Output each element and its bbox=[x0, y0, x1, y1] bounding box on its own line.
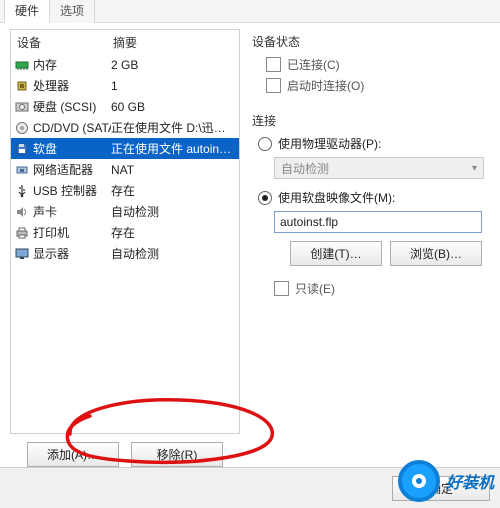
connected-checkbox[interactable] bbox=[266, 57, 281, 72]
device-summary: 正在使用文件 autoinst.flp bbox=[111, 140, 235, 157]
device-summary: 自动检测 bbox=[111, 203, 235, 220]
device-row[interactable]: 处理器1 bbox=[11, 75, 239, 96]
device-summary: 自动检测 bbox=[111, 245, 235, 262]
device-summary: 60 GB bbox=[111, 100, 235, 114]
connect-at-power-label: 启动时连接(O) bbox=[287, 77, 364, 94]
device-list[interactable]: 设备 摘要 内存2 GB处理器1硬盘 (SCSI)60 GBCD/DVD (SA… bbox=[10, 29, 240, 434]
tab-options[interactable]: 选项 bbox=[49, 0, 95, 23]
memory-icon bbox=[15, 58, 29, 72]
image-path-value: autoinst.flp bbox=[280, 215, 338, 229]
device-row[interactable]: 声卡自动检测 bbox=[11, 201, 239, 222]
physical-drive-combo: 自动检测 ▾ bbox=[274, 157, 484, 179]
use-image-radio[interactable] bbox=[258, 191, 272, 205]
connect-at-power-checkbox[interactable] bbox=[266, 78, 281, 93]
sound-icon bbox=[15, 205, 29, 219]
device-name: 软盘 bbox=[33, 140, 111, 157]
device-row[interactable]: 硬盘 (SCSI)60 GB bbox=[11, 96, 239, 117]
device-summary: 正在使用文件 D:\迅雷下载\c... bbox=[111, 119, 235, 136]
device-row[interactable]: CD/DVD (SATA)正在使用文件 D:\迅雷下载\c... bbox=[11, 117, 239, 138]
printer-icon bbox=[15, 226, 29, 240]
readonly-checkbox[interactable] bbox=[274, 281, 289, 296]
add-button[interactable]: 添加(A)… bbox=[27, 442, 119, 467]
display-icon bbox=[15, 247, 29, 261]
device-status-title: 设备状态 bbox=[250, 33, 490, 50]
floppy-icon bbox=[15, 142, 29, 156]
image-path-input[interactable]: autoinst.flp bbox=[274, 211, 482, 233]
device-row[interactable]: 打印机存在 bbox=[11, 222, 239, 243]
use-physical-label: 使用物理驱动器(P): bbox=[278, 135, 381, 152]
connected-label: 已连接(C) bbox=[287, 56, 340, 73]
device-summary: 存在 bbox=[111, 182, 235, 199]
device-row[interactable]: 内存2 GB bbox=[11, 54, 239, 75]
dialog-footer: 确定 bbox=[0, 467, 500, 508]
physical-drive-value: 自动检测 bbox=[281, 160, 329, 177]
device-summary: NAT bbox=[111, 163, 235, 177]
ok-button[interactable]: 确定 bbox=[392, 476, 490, 501]
browse-button[interactable]: 浏览(B)… bbox=[390, 241, 482, 266]
device-summary: 存在 bbox=[111, 224, 235, 241]
device-row[interactable]: 网络适配器NAT bbox=[11, 159, 239, 180]
create-button[interactable]: 创建(T)… bbox=[290, 241, 382, 266]
device-name: 声卡 bbox=[33, 203, 111, 220]
remove-button[interactable]: 移除(R) bbox=[131, 442, 223, 467]
use-image-label: 使用软盘映像文件(M): bbox=[278, 189, 395, 206]
cpu-icon bbox=[15, 79, 29, 93]
device-name: CD/DVD (SATA) bbox=[33, 121, 111, 135]
device-name: 处理器 bbox=[33, 77, 111, 94]
nic-icon bbox=[15, 163, 29, 177]
tab-hardware[interactable]: 硬件 bbox=[4, 0, 50, 23]
device-row[interactable]: USB 控制器存在 bbox=[11, 180, 239, 201]
chevron-down-icon: ▾ bbox=[472, 163, 477, 174]
usb-icon bbox=[15, 184, 29, 198]
device-name: USB 控制器 bbox=[33, 182, 111, 199]
device-list-header: 设备 摘要 bbox=[11, 30, 239, 54]
connection-title: 连接 bbox=[250, 112, 490, 129]
device-name: 硬盘 (SCSI) bbox=[33, 98, 111, 115]
device-name: 内存 bbox=[33, 56, 111, 73]
col-device: 设备 bbox=[17, 34, 113, 51]
device-name: 打印机 bbox=[33, 224, 111, 241]
device-name: 网络适配器 bbox=[33, 161, 111, 178]
hdd-icon bbox=[15, 100, 29, 114]
readonly-label: 只读(E) bbox=[295, 280, 335, 297]
device-summary: 1 bbox=[111, 79, 235, 93]
cd-icon bbox=[15, 121, 29, 135]
device-row[interactable]: 显示器自动检测 bbox=[11, 243, 239, 264]
device-row[interactable]: 软盘正在使用文件 autoinst.flp bbox=[11, 138, 239, 159]
use-physical-radio[interactable] bbox=[258, 137, 272, 151]
device-summary: 2 GB bbox=[111, 58, 235, 72]
col-summary: 摘要 bbox=[113, 34, 233, 51]
device-name: 显示器 bbox=[33, 245, 111, 262]
tabs: 硬件 选项 bbox=[0, 0, 500, 23]
